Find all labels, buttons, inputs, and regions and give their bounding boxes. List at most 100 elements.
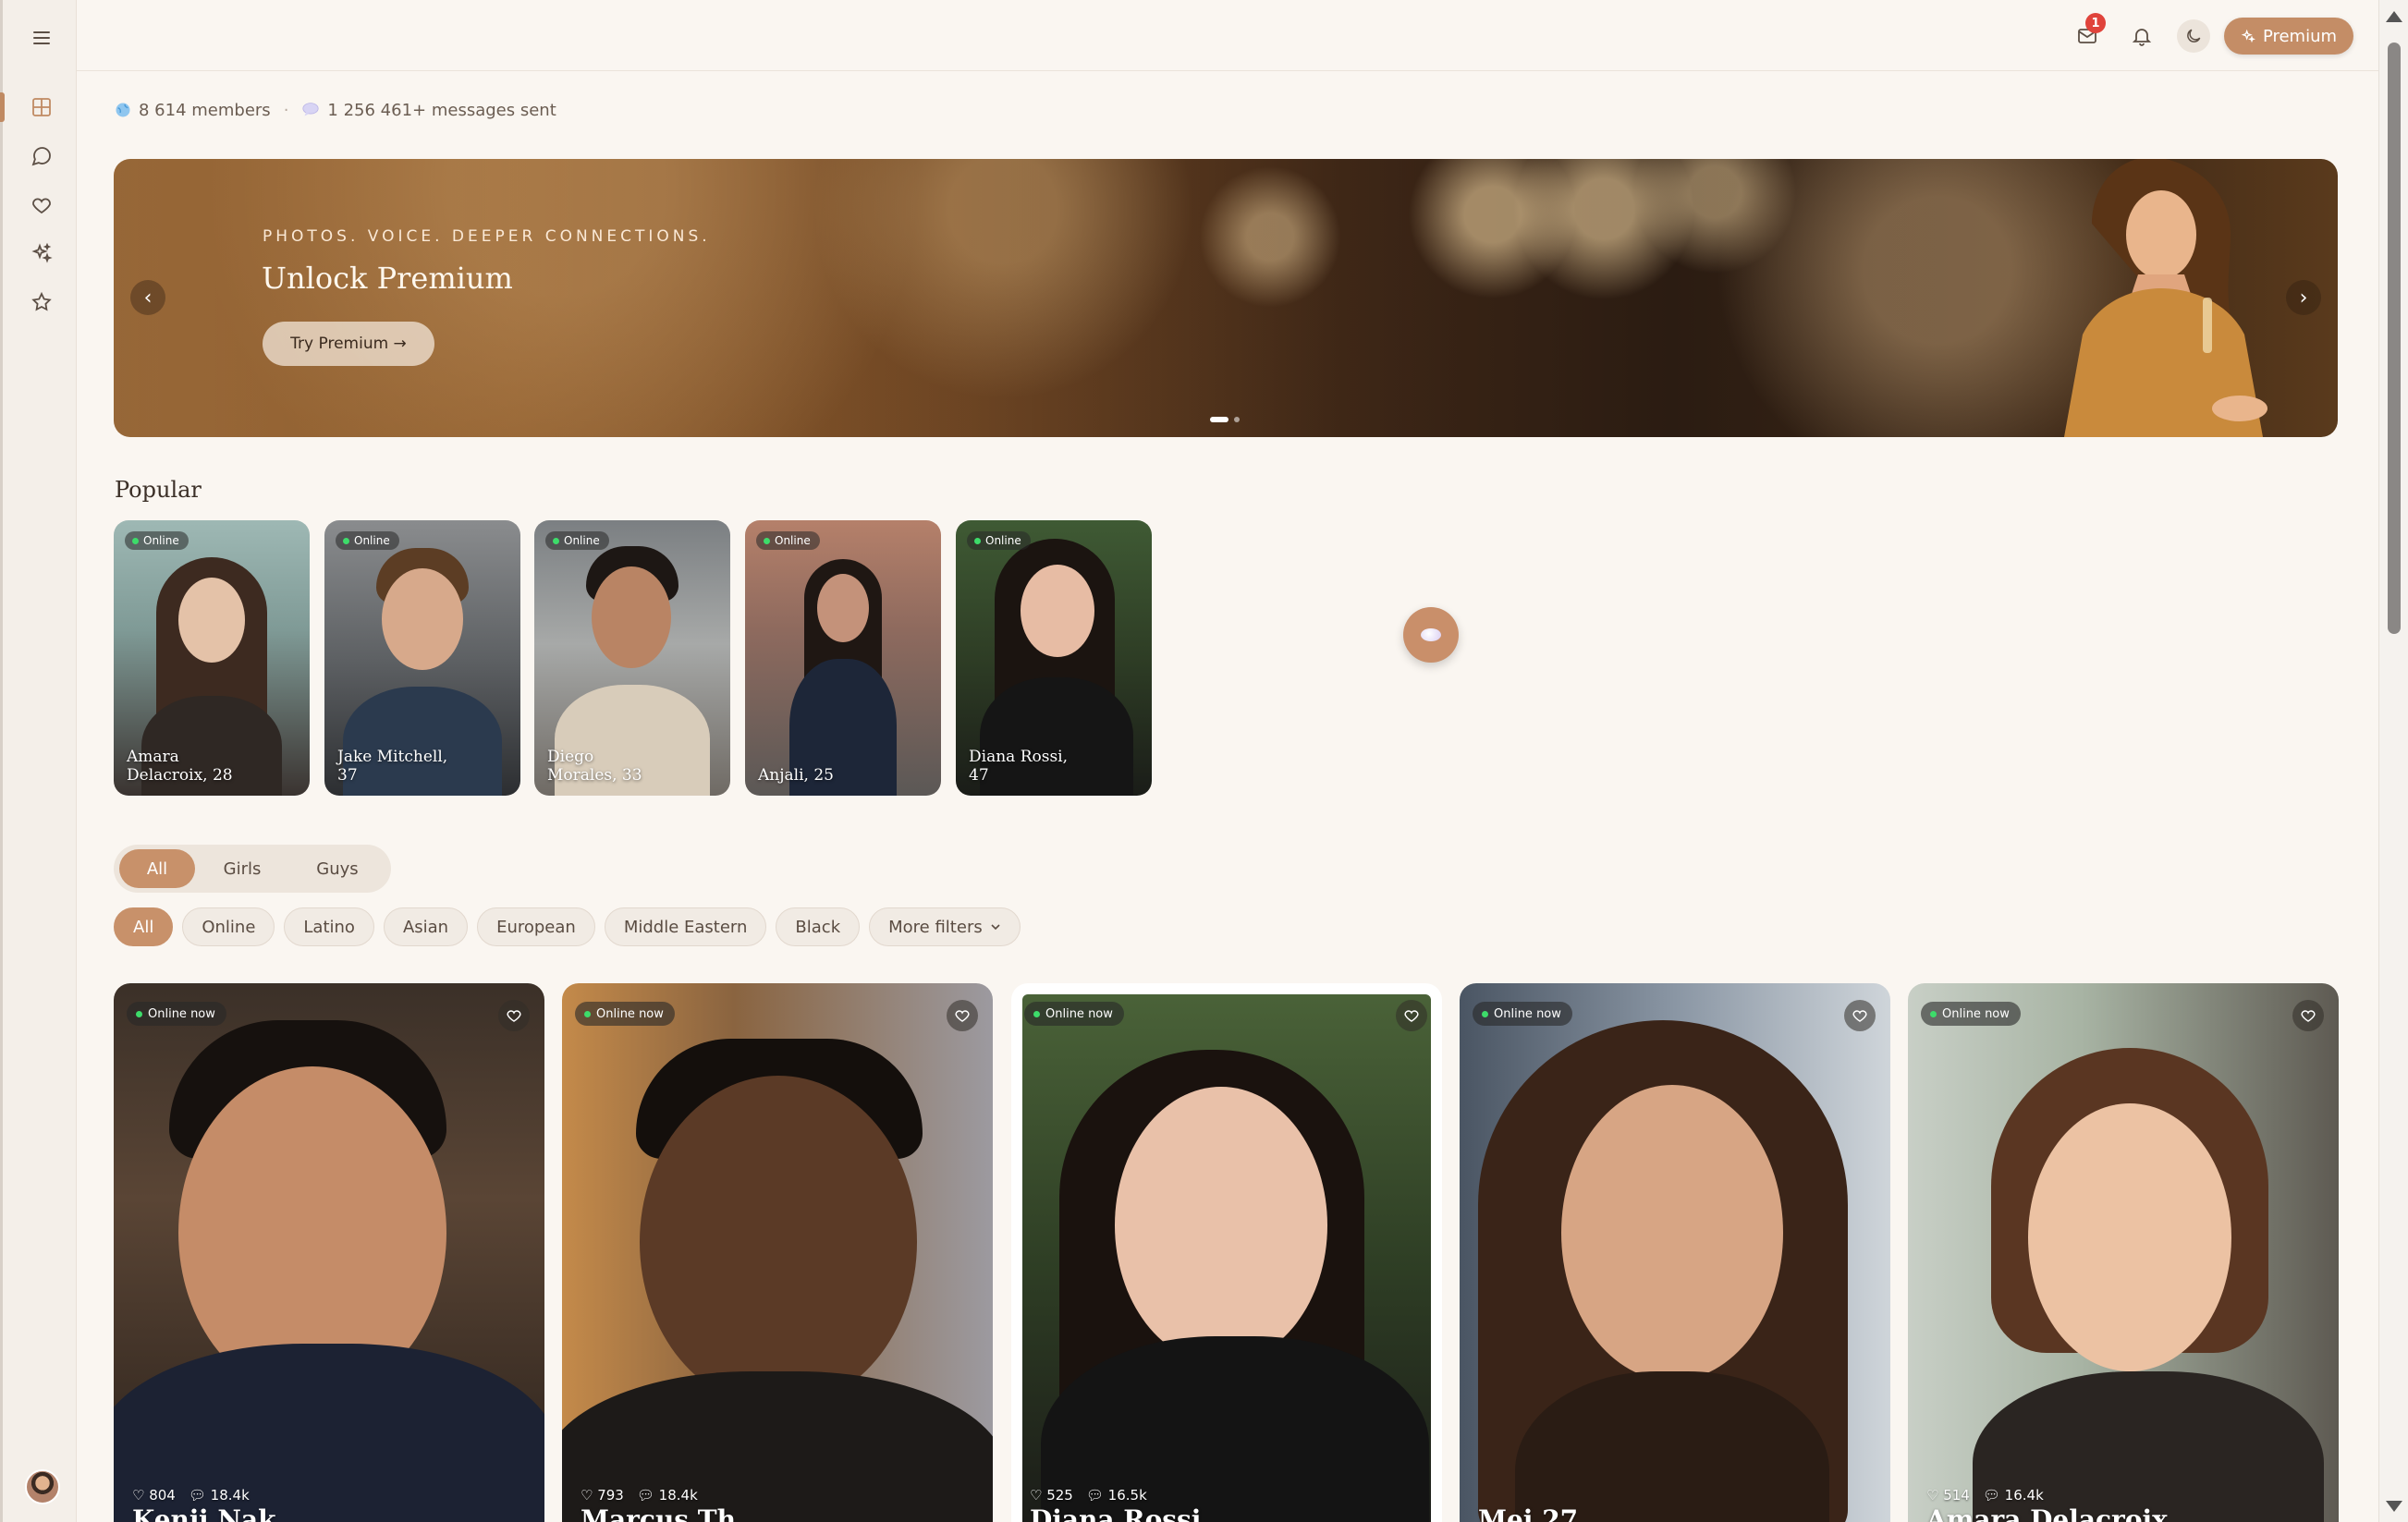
popular-card[interactable]: Online Jake Mitchell, 37 (324, 520, 520, 796)
profile-card[interactable]: Online now ♡ 525 💬︎ 16.5k Diana Rossi (1011, 983, 1442, 1522)
popular-card[interactable]: Online Anjali, 25 (745, 520, 941, 796)
sidebar-item-favorites[interactable] (3, 278, 79, 326)
more-filters-button[interactable]: More filters (869, 907, 1021, 946)
avatar[interactable] (25, 1469, 60, 1504)
portrait-face (640, 1076, 917, 1408)
heart-icon (1404, 1010, 1419, 1022)
filter-all[interactable]: All (114, 907, 174, 946)
sparkles-icon (31, 242, 53, 263)
hero-cta-button[interactable]: Try Premium → (263, 322, 434, 366)
favorite-button[interactable] (1844, 1000, 1876, 1031)
hero-woman-image (2064, 159, 2267, 437)
card-stats: ♡ 804 💬︎ 18.4k (132, 1487, 250, 1504)
heart-icon (2301, 1010, 2316, 1022)
globe-icon (116, 103, 130, 117)
profile-name: Amara Delacroix (1926, 1504, 2168, 1522)
heart-icon (31, 198, 51, 214)
sidebar-item-discover[interactable] (3, 229, 79, 277)
scrollbar[interactable] (2378, 0, 2408, 1522)
sidebar-item-dashboard[interactable] (0, 83, 79, 131)
online-badge: Online (967, 531, 1031, 550)
online-badge: Online (545, 531, 609, 550)
sidebar-item-likes[interactable] (3, 181, 79, 229)
profile-name: Kenji Nak (132, 1504, 276, 1522)
profile-name: Marcus Th (581, 1504, 736, 1522)
menu-button[interactable] (3, 14, 79, 62)
chevron-down-icon (991, 924, 1000, 931)
online-badge: Online (756, 531, 820, 550)
tab-girls[interactable]: Girls (195, 849, 289, 888)
filter-black[interactable]: Black (776, 907, 861, 946)
scroll-thumb[interactable] (2388, 43, 2401, 634)
hero-title: Unlock Premium (262, 261, 513, 296)
filter-online[interactable]: Online (182, 907, 275, 946)
online-now-badge: Online now (1473, 1002, 1572, 1026)
likes-count: ♡ 804 (132, 1487, 176, 1504)
filter-european[interactable]: European (477, 907, 595, 946)
scroll-up-icon[interactable] (2386, 11, 2402, 22)
portrait-face (1561, 1085, 1783, 1381)
profile-card[interactable]: Online now ♡ 804 💬︎ 18.4k Kenji Nak (114, 983, 544, 1522)
popular-card[interactable]: Online Amara Delacroix, 28 (114, 520, 310, 796)
stats-bar: 8 614 members · 1 256 461+ messages sent (115, 100, 556, 120)
speech-bubble-icon: 💬︎ (1982, 1487, 2005, 1504)
messages-count: 💬︎ 18.4k (636, 1487, 698, 1504)
filter-latino[interactable]: Latino (284, 907, 374, 946)
likes-count: ♡ 793 (581, 1487, 624, 1504)
scroll-down-icon[interactable] (2386, 1501, 2402, 1512)
favorite-button[interactable] (2292, 1000, 2324, 1031)
grid-icon (31, 98, 51, 116)
messages-count: 1 256 461+ messages sent (327, 100, 556, 120)
favorite-button[interactable] (498, 1000, 530, 1031)
premium-button[interactable]: Premium (2224, 18, 2353, 55)
favorite-button[interactable] (947, 1000, 978, 1031)
sidebar-item-chat[interactable] (3, 132, 79, 180)
profile-card[interactable]: Online now ♡ 793 💬︎ 18.4k Marcus Th (562, 983, 993, 1522)
card-stats: ♡ 793 💬︎ 18.4k (581, 1487, 698, 1504)
speech-bubble-icon: 💬︎ (1085, 1487, 1108, 1504)
messages-count: 💬︎ 16.5k (1085, 1487, 1147, 1504)
sparkles-icon (2241, 29, 2255, 43)
stats-separator: · (283, 100, 289, 120)
profile-card[interactable]: Online now ♡ 514 💬︎ 16.4k Amara Delacroix (1908, 983, 2339, 1522)
members-count: 8 614 members (139, 100, 271, 120)
heart-icon: ♡ (581, 1487, 598, 1504)
notifications-button[interactable] (2123, 18, 2160, 54)
filter-chips: All Online Latino Asian European Middle … (114, 907, 1021, 946)
messages-count: 💬︎ 18.4k (188, 1487, 250, 1504)
online-now-badge: Online now (575, 1002, 675, 1026)
hero-overlay (114, 159, 2338, 437)
bell-icon (2132, 29, 2152, 46)
menu-icon (32, 31, 50, 44)
tab-guys[interactable]: Guys (289, 849, 385, 888)
more-filters-label: More filters (888, 917, 983, 937)
portrait-face (2028, 1103, 2231, 1371)
carousel-dot-active[interactable] (1210, 417, 1228, 422)
mail-button[interactable]: 1 (2069, 13, 2106, 54)
online-now-badge: Online now (1921, 1002, 2021, 1026)
profile-name: Mei 27 (1478, 1504, 1579, 1522)
floating-chat-button[interactable] (1403, 607, 1459, 663)
carousel-dot[interactable] (1234, 417, 1240, 422)
speech-bubble-icon: 💬︎ (636, 1487, 659, 1504)
hero-next-button[interactable]: › (2286, 280, 2321, 315)
orb-icon (1421, 628, 1441, 641)
heart-icon: ♡ (1030, 1487, 1047, 1504)
profile-card[interactable]: Online now Mei 27 (1460, 983, 1890, 1522)
filter-middle-eastern[interactable]: Middle Eastern (604, 907, 767, 946)
tab-all[interactable]: All (119, 849, 195, 888)
filter-asian[interactable]: Asian (383, 907, 469, 946)
popular-card[interactable]: Online Diana Rossi, 47 (956, 520, 1152, 796)
online-badge: Online (336, 531, 399, 550)
popular-card-name: Diego Morales, 33 (547, 748, 642, 785)
popular-card[interactable]: Online Diego Morales, 33 (534, 520, 730, 796)
hero-prev-button[interactable]: ‹ (130, 280, 165, 315)
favorite-button[interactable] (1396, 1000, 1427, 1031)
speech-bubble-icon: 💬︎ (188, 1487, 211, 1504)
hero-kicker: PHOTOS. VOICE. DEEPER CONNECTIONS. (263, 227, 711, 246)
popular-card-name: Jake Mitchell, 37 (337, 748, 448, 785)
messages-count: 💬︎ 16.4k (1982, 1487, 2044, 1504)
online-now-badge: Online now (127, 1002, 226, 1026)
theme-toggle[interactable] (2177, 19, 2210, 53)
hero-banner[interactable]: PHOTOS. VOICE. DEEPER CONNECTIONS. Unloc… (114, 159, 2338, 437)
